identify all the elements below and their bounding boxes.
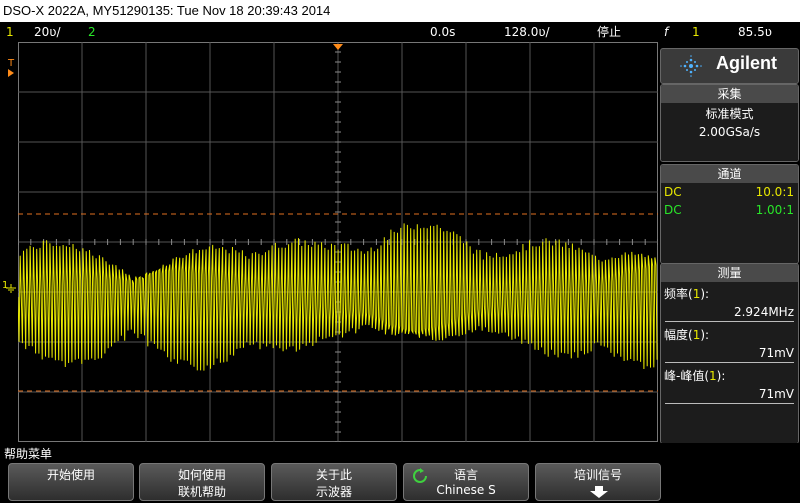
softkey-sublabel: 示波器 [315, 485, 352, 499]
acquisition-section[interactable]: 采集 标准模式 2.00GSa/s [660, 84, 799, 162]
ch1-scale[interactable]: 20ʋ/ [34, 22, 61, 42]
measurement-label: 峰-峰值(1): [664, 369, 726, 383]
run-stop-status[interactable]: 停止 [597, 22, 621, 42]
softkey-label: 培训信号 [573, 468, 622, 482]
agilent-spark-icon [680, 55, 702, 77]
ch1-ground-marker[interactable]: 1 [2, 280, 16, 294]
ch1-number[interactable]: 1 [6, 22, 14, 42]
brand-logo: Agilent [660, 48, 799, 84]
softkey-about-oscilloscope[interactable]: 关于此 示波器 [271, 463, 397, 501]
softkey-online-help[interactable]: 如何使用 联机帮助 [139, 463, 265, 501]
ch2-probe-ratio: 1.00:1 [755, 203, 794, 217]
softkey-label: 语言 [453, 468, 478, 482]
softkey-language[interactable]: 语言 Chinese S [403, 463, 529, 501]
menu-title: 帮助菜单 [4, 447, 53, 461]
time-delay[interactable]: 0.0s [430, 22, 455, 42]
ch1-channel-row: DC 10.0:1 [661, 183, 798, 201]
channels-header: 通道 [661, 165, 798, 183]
ch2-channel-row: DC 1.00:1 [661, 201, 798, 219]
softkey-label: 关于此 [315, 468, 352, 482]
ch1-probe-ratio: 10.0:1 [755, 185, 794, 199]
ch1-coupling: DC [664, 185, 682, 199]
softkey-getting-started[interactable]: 开始使用 [8, 463, 134, 501]
measurement-label: 频率(1): [664, 287, 710, 301]
trigger-edge-icon: f [664, 25, 669, 39]
acquisition-header: 采集 [661, 85, 798, 103]
ground-icon [6, 284, 16, 293]
acquisition-mode: 标准模式 [705, 107, 754, 121]
brand-name: Agilent [716, 53, 777, 73]
ch2-coupling: DC [664, 203, 682, 217]
time-scale[interactable]: 128.0ʋ/ [504, 22, 550, 42]
ch2-number[interactable]: 2 [88, 22, 96, 42]
measurement-value-frequency: 2.924MHz [665, 303, 794, 322]
measurement-value-peak-to-peak: 71mV [665, 385, 794, 404]
softkey-label: 开始使用 [46, 468, 95, 482]
trigger-source[interactable]: 1 [692, 22, 700, 42]
measurements-header: 测量 [661, 264, 798, 282]
measurement-label: 幅度(1): [664, 328, 710, 342]
softkey-label: 如何使用 [177, 468, 226, 482]
trigger-level-marker[interactable]: T [8, 58, 14, 77]
trigger-level[interactable]: 85.5ʋ [738, 22, 772, 42]
sample-rate: 2.00GSa/s [698, 125, 761, 139]
softkey-sublabel: 联机帮助 [177, 485, 226, 499]
window-title: DSO-X 2022A, MY51290135: Tue Nov 18 20:3… [0, 0, 800, 22]
down-arrow-icon [590, 486, 608, 498]
softkey-sublabel: Chinese S [436, 483, 496, 497]
side-panel: Agilent 采集 标准模式 2.00GSa/s 通道 DC 10.0:1 D… [660, 48, 799, 444]
measurement-value-amplitude: 71mV [665, 344, 794, 363]
channels-section[interactable]: 通道 DC 10.0:1 DC 1.00:1 [660, 164, 799, 264]
status-bar: 1 20ʋ/ 2 0.0s 128.0ʋ/ 停止 f 1 85.5ʋ [0, 22, 800, 42]
measurements-section[interactable]: 测量 频率(1): 2.924MHz 幅度(1): 71mV 峰-峰值(1): … [660, 263, 799, 444]
waveform-display[interactable] [18, 42, 658, 442]
softkey-bar: 帮助菜单 开始使用 如何使用 联机帮助 关于此 示波器 语言 Chinese S… [0, 443, 800, 503]
softkey-training-signals[interactable]: 培训信号 [535, 463, 661, 501]
